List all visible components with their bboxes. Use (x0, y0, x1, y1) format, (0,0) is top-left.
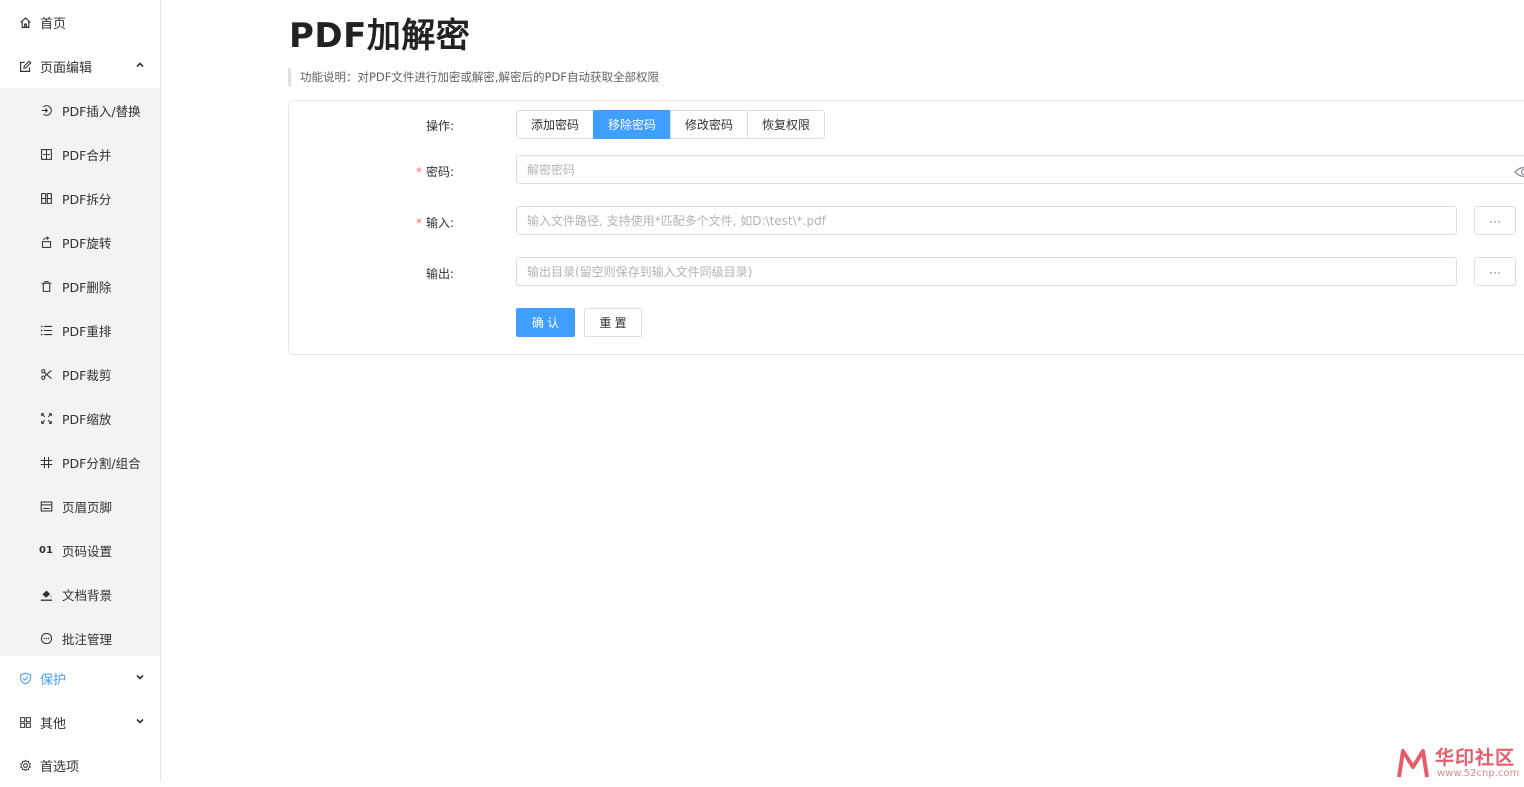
sidebar-item-pdf-tile[interactable]: PDF分割/组合 (0, 440, 160, 484)
sidebar-item-pdf-merge[interactable]: PDF合并 (0, 132, 160, 176)
list-icon (39, 323, 53, 337)
input-label: * 输入: (254, 214, 454, 231)
insert-icon (39, 103, 53, 117)
sidebar-item-label: PDF分割/组合 (62, 453, 141, 472)
sidebar-item-label: 文档背景 (62, 585, 112, 604)
output-label: 输出: (254, 265, 454, 282)
sidebar-item-pdf-scale[interactable]: PDF缩放 (0, 396, 160, 440)
sidebar-item-label: 首页 (40, 13, 66, 32)
browse-input-button[interactable]: ··· (1474, 206, 1516, 235)
sidebar-item-preferences[interactable]: 首选项 (0, 743, 160, 787)
scissors-icon (39, 367, 53, 381)
rotate-icon (39, 235, 53, 249)
scale-icon (39, 411, 53, 425)
chevron-up-icon (134, 59, 146, 71)
password-label: * 密码: (254, 163, 454, 180)
sidebar-item-header-footer[interactable]: 页眉页脚 (0, 484, 160, 528)
required-mark: * (416, 165, 422, 179)
sidebar-item-pdf-delete[interactable]: PDF删除 (0, 264, 160, 308)
operation-segmented-control: 添加密码 移除密码 修改密码 恢复权限 (516, 110, 825, 139)
split-icon (39, 191, 53, 205)
sidebar-item-pdf-rotate[interactable]: PDF旋转 (0, 220, 160, 264)
sidebar-item-page-edit[interactable]: 页面编辑 (0, 44, 160, 88)
reset-button[interactable]: 重 置 (584, 308, 642, 337)
sidebar-item-pdf-split[interactable]: PDF拆分 (0, 176, 160, 220)
function-description: 功能说明：对PDF文件进行加密或解密,解密后的PDF自动获取全部权限 (288, 68, 659, 86)
sidebar-item-pdf-insert[interactable]: PDF插入/替换 (0, 88, 160, 132)
eye-icon[interactable] (1514, 164, 1524, 178)
grid-icon (39, 455, 53, 469)
watermark-text: 华印社区 (1435, 743, 1515, 770)
chevron-down-icon (134, 671, 146, 683)
sidebar-item-page-number[interactable]: 01 页码设置 (0, 528, 160, 572)
sidebar-item-label: PDF旋转 (62, 233, 111, 252)
input-path-field[interactable] (516, 206, 1457, 235)
input-label-text: 输入: (426, 216, 454, 230)
page-number-icon: 01 (39, 543, 53, 557)
shield-icon (18, 671, 32, 685)
add-password-button[interactable]: 添加密码 (516, 110, 594, 139)
browse-output-button[interactable]: ··· (1474, 257, 1516, 286)
sidebar-item-protect[interactable]: 保护 (0, 656, 160, 700)
sidebar-item-label: 保护 (40, 669, 66, 688)
chevron-down-icon (134, 715, 146, 727)
restore-permissions-button[interactable]: 恢复权限 (747, 110, 825, 139)
sidebar-item-label: 页面编辑 (40, 57, 92, 76)
sidebar-item-home[interactable]: 首页 (0, 0, 160, 44)
paint-bucket-icon (39, 587, 53, 601)
watermark-logo: 华印社区 www.52cnp.com (1395, 743, 1524, 782)
gear-icon (18, 758, 32, 772)
sidebar-item-label: 首选项 (40, 756, 79, 775)
output-dir-field[interactable] (516, 257, 1457, 286)
change-password-button[interactable]: 修改密码 (670, 110, 748, 139)
sidebar-item-label: 批注管理 (62, 629, 112, 648)
sidebar-item-label: 其他 (40, 713, 66, 732)
sidebar-item-label: PDF重排 (62, 321, 111, 340)
password-label-text: 密码: (426, 165, 454, 179)
comment-icon (39, 631, 53, 645)
required-mark: * (416, 216, 422, 230)
sidebar-item-pdf-crop[interactable]: PDF裁剪 (0, 352, 160, 396)
sidebar-item-label: 页眉页脚 (62, 497, 112, 516)
page-title: PDF加解密 (289, 8, 470, 57)
sidebar-item-annotation[interactable]: 批注管理 (0, 616, 160, 660)
sidebar-item-label: 页码设置 (62, 541, 112, 560)
trash-icon (39, 279, 53, 293)
sidebar-item-label: PDF裁剪 (62, 365, 111, 384)
password-field[interactable] (516, 155, 1524, 184)
remove-password-button[interactable]: 移除密码 (593, 110, 671, 139)
sidebar-item-label: PDF插入/替换 (62, 101, 141, 120)
sidebar-item-pdf-reorder[interactable]: PDF重排 (0, 308, 160, 352)
edit-icon (18, 59, 32, 73)
sidebar-item-doc-background[interactable]: 文档背景 (0, 572, 160, 616)
header-footer-icon (39, 499, 53, 513)
sidebar-item-label: PDF合并 (62, 145, 111, 164)
sidebar-item-label: PDF缩放 (62, 409, 111, 428)
watermark-emblem-icon (1395, 745, 1431, 781)
apps-icon (18, 715, 32, 729)
home-icon (18, 15, 32, 29)
operation-label: 操作: (254, 117, 454, 134)
sidebar-item-other[interactable]: 其他 (0, 700, 160, 744)
sidebar: 首页 页面编辑 PDF插入/替换 PDF合并 PDF拆分 PDF旋转 (0, 0, 161, 782)
watermark-url: www.52cnp.com (1437, 768, 1519, 779)
confirm-button[interactable]: 确 认 (516, 308, 575, 337)
merge-icon (39, 147, 53, 161)
sidebar-item-label: PDF拆分 (62, 189, 111, 208)
sidebar-item-label: PDF删除 (62, 277, 111, 296)
